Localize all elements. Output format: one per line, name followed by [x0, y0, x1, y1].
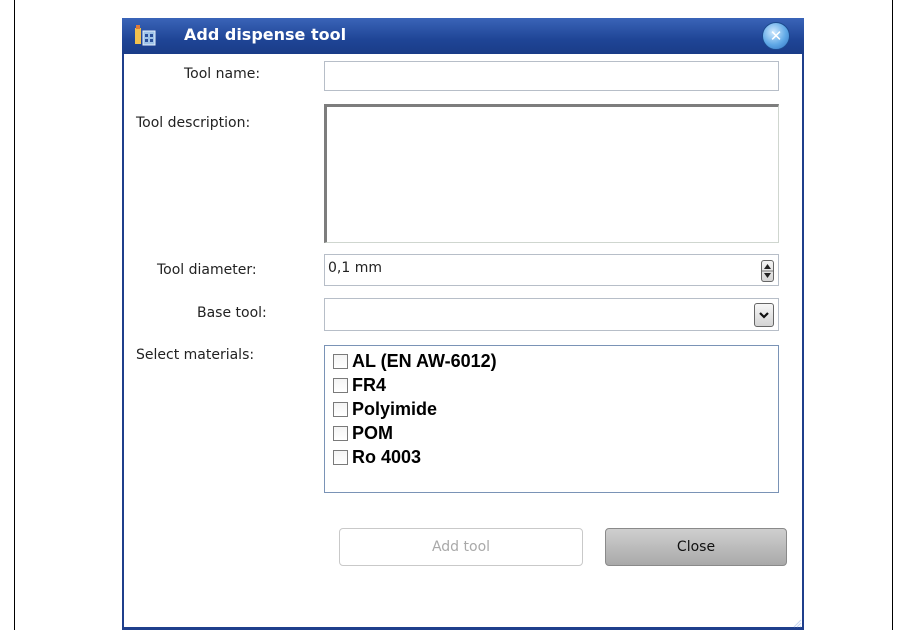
add-dispense-tool-dialog: Add dispense tool ✕ Tool name: Tool desc…: [122, 18, 804, 630]
materials-list[interactable]: AL (EN AW-6012) FR4 Polyimide POM Ro 400…: [324, 345, 779, 493]
tool-diameter-spinbox[interactable]: 0,1 mm: [324, 254, 779, 286]
app-icon: [135, 25, 156, 46]
dialog-body: Tool name: Tool description: Tool diamet…: [124, 54, 802, 627]
material-label: FR4: [352, 374, 387, 395]
add-tool-button[interactable]: Add tool: [339, 528, 583, 566]
material-item[interactable]: POM: [333, 422, 393, 444]
close-icon[interactable]: ✕: [762, 22, 790, 50]
material-item[interactable]: AL (EN AW-6012): [333, 350, 497, 372]
checkbox-icon[interactable]: [333, 449, 348, 465]
resize-grip-icon[interactable]: [792, 618, 802, 628]
tool-name-input[interactable]: [324, 61, 779, 91]
chevron-down-icon[interactable]: [754, 303, 774, 327]
material-item[interactable]: Ro 4003: [333, 446, 421, 468]
checkbox-icon[interactable]: [333, 353, 348, 369]
material-label: Ro 4003: [352, 446, 422, 467]
material-label: POM: [352, 422, 394, 443]
base-tool-label: Base tool:: [197, 305, 267, 321]
title-bar[interactable]: Add dispense tool ✕: [122, 18, 804, 54]
checkbox-icon[interactable]: [333, 425, 348, 441]
tool-description-label: Tool description:: [136, 115, 251, 131]
base-tool-select[interactable]: [324, 298, 779, 331]
material-item[interactable]: FR4: [333, 374, 386, 396]
material-item[interactable]: Polyimide: [333, 398, 437, 420]
tool-name-label: Tool name:: [184, 66, 261, 82]
tool-diameter-value: 0,1 mm: [328, 260, 382, 276]
checkbox-icon[interactable]: [333, 401, 348, 417]
dialog-title: Add dispense tool: [184, 25, 347, 44]
checkbox-icon[interactable]: [333, 377, 348, 393]
select-materials-label: Select materials:: [136, 347, 255, 363]
tool-diameter-label: Tool diameter:: [157, 262, 257, 278]
material-label: Polyimide: [352, 398, 438, 419]
close-button[interactable]: Close: [605, 528, 787, 566]
spinner-arrows-icon[interactable]: [761, 260, 774, 282]
material-label: AL (EN AW-6012): [352, 350, 497, 371]
tool-description-textarea[interactable]: [324, 104, 779, 243]
